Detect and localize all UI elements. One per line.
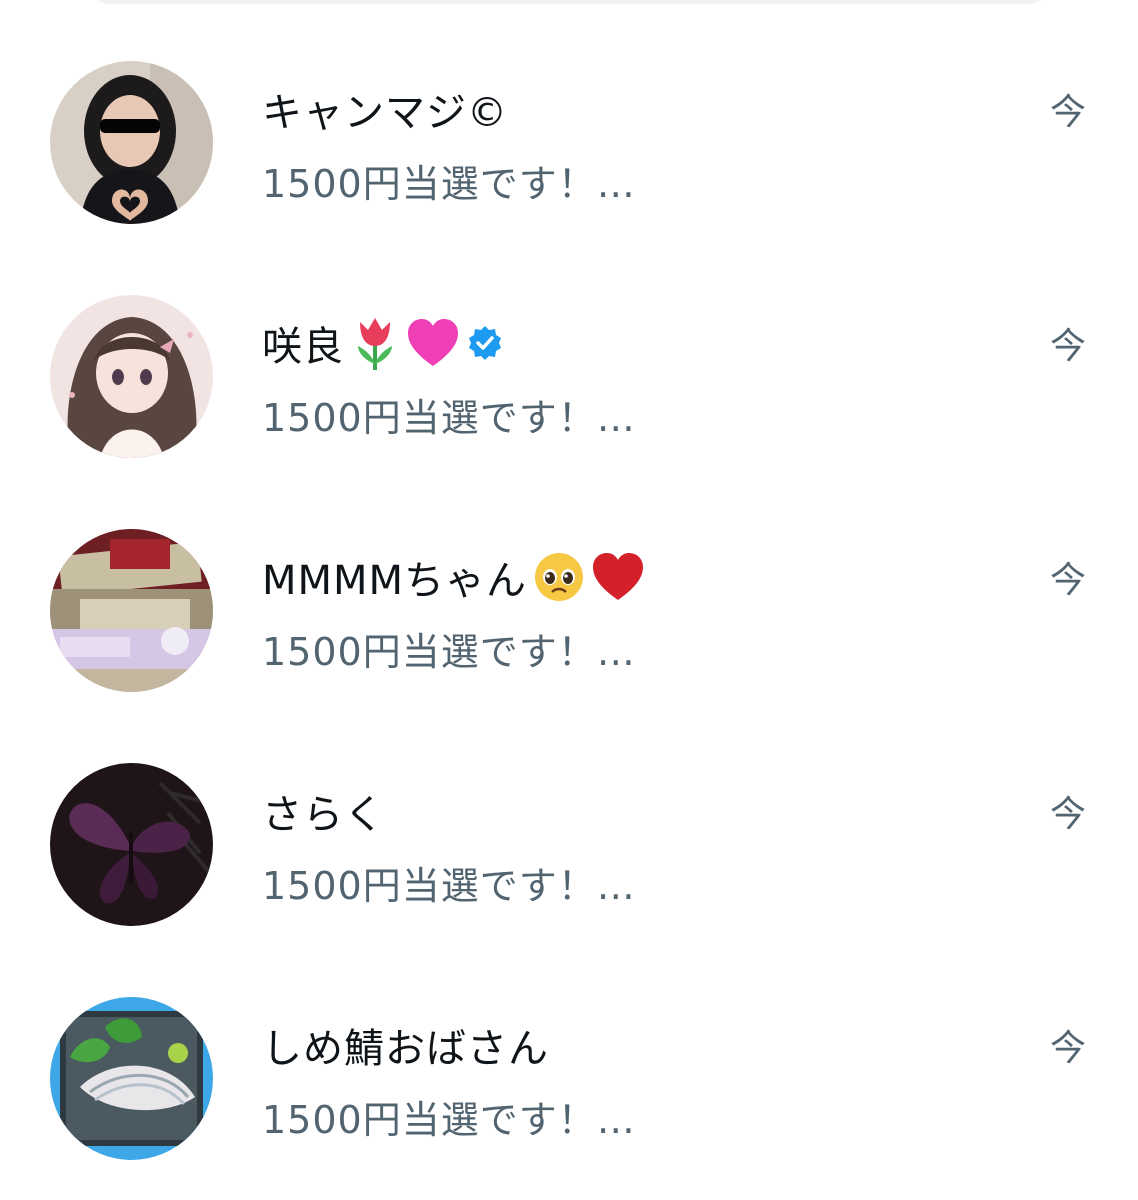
timestamp: 今 [1049, 326, 1086, 367]
dm-conversation-row[interactable]: しめ鯖おばさん 1500円当選です！… 今 [0, 963, 1138, 1197]
timestamp: 今 [1049, 1028, 1086, 1069]
avatar[interactable] [50, 529, 213, 692]
conversation-name: MMMMちゃん [262, 558, 528, 604]
timestamp: 今 [1049, 92, 1086, 133]
dark-butterfly-avatar [50, 763, 213, 926]
message-preview: 1500円当選です！… [262, 396, 636, 440]
verified-badge-icon [466, 324, 504, 362]
message-preview: 1500円当選です！… [262, 630, 636, 674]
dm-conversation-row[interactable]: キャンマジ© 1500円当選です！… 今 [0, 27, 1138, 261]
search-bar-edge[interactable] [88, 0, 1050, 4]
pink-heart-emoji [406, 318, 460, 368]
money-stack-avatar [50, 529, 213, 692]
conversation-name: さらく [262, 792, 385, 838]
dm-conversation-row[interactable]: MMMMちゃん 1500円当選です！… 今 [0, 495, 1138, 729]
avatar[interactable] [50, 61, 213, 224]
conversation-name: しめ鯖おばさん [262, 1026, 549, 1072]
name-line: 咲良 [262, 311, 504, 375]
dm-conversation-list: キャンマジ© 1500円当選です！… 今 咲良 1500円当選です！… 今 MM… [0, 27, 1138, 1197]
tulip-emoji [350, 316, 400, 370]
girl-sunglasses-heart-avatar [50, 61, 213, 224]
name-line: キャンマジ© [262, 77, 508, 141]
name-line: MMMMちゃん [262, 545, 645, 609]
message-preview: 1500円当選です！… [262, 162, 636, 206]
name-line: さらく [262, 779, 385, 843]
dm-conversation-row[interactable]: 咲良 1500円当選です！… 今 [0, 261, 1138, 495]
avatar[interactable] [50, 295, 213, 458]
message-preview: 1500円当選です！… [262, 1098, 636, 1142]
mackerel-sashimi-avatar [50, 997, 213, 1160]
pleading-face-emoji [533, 551, 585, 603]
red-heart-emoji [591, 552, 645, 602]
conversation-name: 咲良 [262, 324, 344, 370]
conversation-name: キャンマジ© [262, 90, 508, 136]
avatar[interactable] [50, 763, 213, 926]
name-line: しめ鯖おばさん [262, 1013, 549, 1077]
timestamp: 今 [1049, 794, 1086, 835]
timestamp: 今 [1049, 560, 1086, 601]
message-preview: 1500円当選です！… [262, 864, 636, 908]
avatar[interactable] [50, 997, 213, 1160]
anime-girl-avatar [50, 295, 213, 458]
dm-conversation-row[interactable]: さらく 1500円当選です！… 今 [0, 729, 1138, 963]
